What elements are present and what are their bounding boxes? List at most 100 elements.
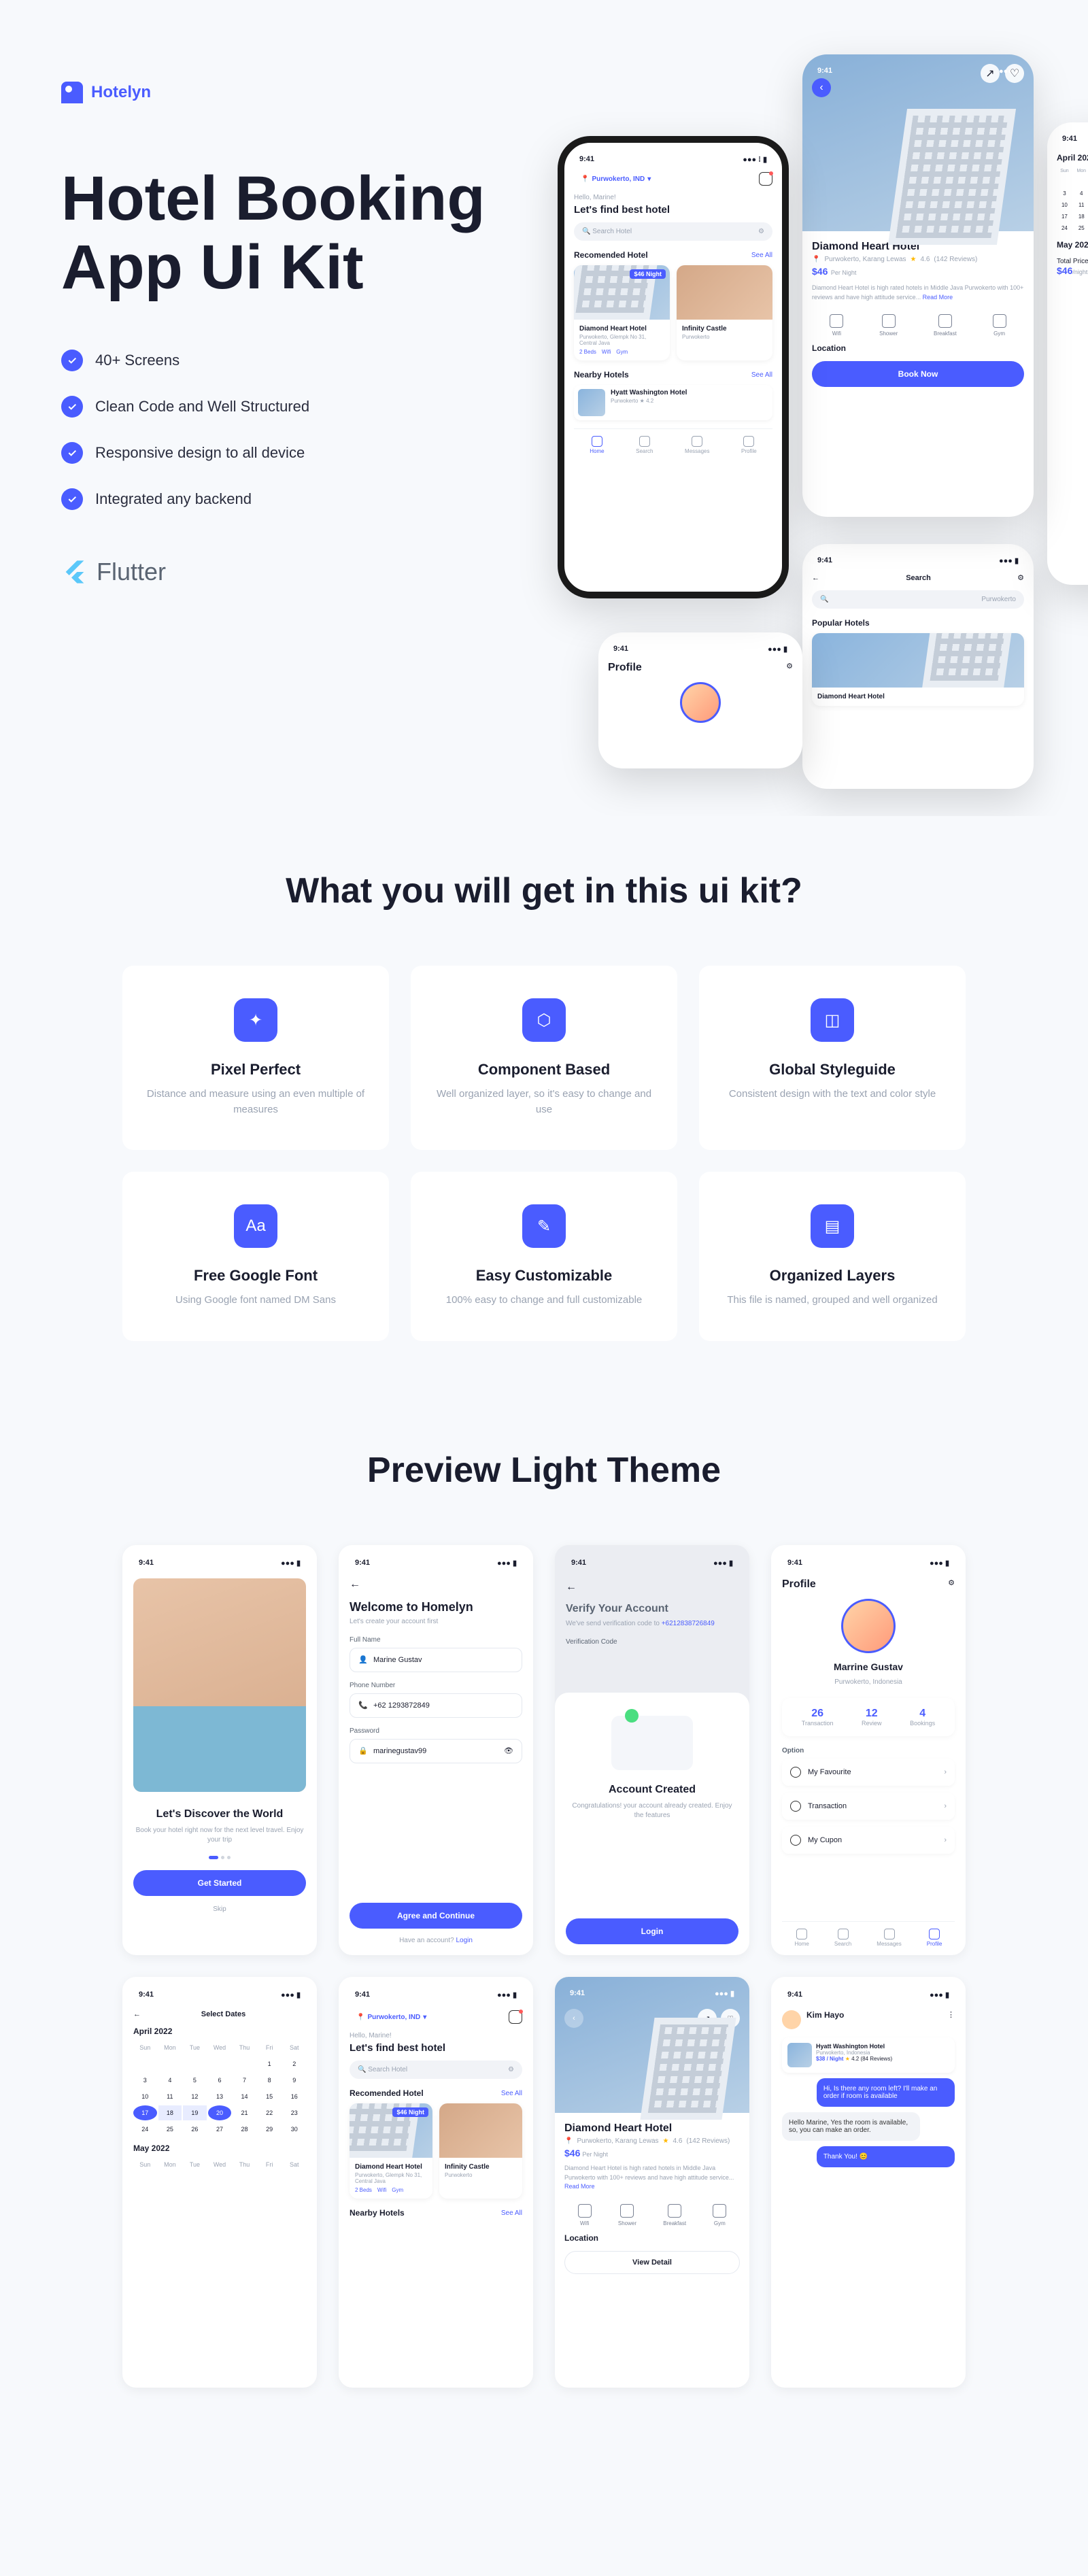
gym-icon	[993, 314, 1006, 328]
feature-icon: ⬡	[522, 998, 566, 1042]
phone-home: 9:41●●● ⁞ ▮ 📍 Purwokerto, IND ▾ Hello, M…	[558, 136, 789, 598]
back-button[interactable]: ‹	[812, 78, 831, 97]
chat-message-sent: Thank You! 😊	[817, 2146, 955, 2167]
eye-icon[interactable]: 👁	[504, 1746, 513, 1755]
heart-icon[interactable]: ♡	[1005, 64, 1024, 83]
phone-profile-mini: 9:41●●● ▮ Profile⚙	[598, 632, 802, 768]
shower-icon	[882, 314, 896, 328]
search-input[interactable]: 🔍 Search Hotel⚙	[574, 222, 772, 241]
nearby-item[interactable]: Hyatt Washington HotelPurwokerto ★ 4.2	[574, 385, 772, 420]
hotel-card[interactable]: Infinity CastlePurwokerto	[677, 265, 772, 360]
tab-messages[interactable]: Messages	[685, 436, 709, 454]
bell-icon[interactable]	[759, 172, 772, 186]
get-started-button[interactable]: Get Started	[133, 1870, 306, 1896]
preview-section: Preview Light Theme 9:41●●● ▮ Let's Disc…	[0, 1395, 1088, 2443]
tab-messages[interactable]: Messages	[877, 1929, 901, 1947]
onboard-image	[133, 1578, 306, 1792]
feature-icon: ✦	[234, 998, 277, 1042]
preview-onboarding: 9:41●●● ▮ Let's Discover the World Book …	[122, 1545, 317, 1956]
chat-message-sent: Hi, Is there any room left? I'll make an…	[817, 2078, 955, 2107]
back-button[interactable]: ‹	[564, 2009, 583, 2028]
bell-icon[interactable]	[509, 2010, 522, 2024]
avatar	[841, 1599, 896, 1653]
search-input[interactable]: 🔍 Search Hotel⚙	[350, 2061, 522, 2079]
more-icon[interactable]: ⋮	[947, 2010, 955, 2019]
phone-field[interactable]: 📞+62 1293872849	[350, 1693, 522, 1718]
preview-home: 9:41●●● ▮ 📍 Purwokerto, IND ▾ Hello, Mar…	[339, 1977, 533, 2388]
tab-profile[interactable]: Profile	[927, 1929, 942, 1947]
preview-verify: 9:41●●● ▮ ← Verify Your Account We've se…	[555, 1545, 749, 1956]
hotel-card[interactable]: $46 NightDiamond Heart HotelPurwokerto, …	[350, 2103, 432, 2199]
back-icon[interactable]: ←	[812, 574, 819, 582]
login-link[interactable]: Login	[456, 1937, 472, 1944]
filter-icon[interactable]: ⚙	[1017, 573, 1024, 582]
hotel-chat-card[interactable]: Hyatt Washington Hotel Purwokerto, Indon…	[782, 2037, 955, 2073]
tab-home[interactable]: Home	[795, 1929, 809, 1947]
location-pill[interactable]: 📍 Purwokerto, IND ▾	[574, 173, 658, 186]
section-heading: Preview Light Theme	[122, 1450, 966, 1491]
view-detail-button[interactable]: View Detail	[564, 2251, 740, 2274]
location-pill[interactable]: 📍 Purwokerto, IND ▾	[350, 2011, 433, 2024]
feature-icon: ◫	[811, 998, 854, 1042]
preview-profile: 9:41●●● ▮ Profile⚙ Marrine Gustav Purwok…	[771, 1545, 966, 1956]
check-icon	[61, 442, 83, 464]
stat-item: 26Transaction	[802, 1708, 834, 1727]
skip-link[interactable]: Skip	[133, 1905, 306, 1913]
option-item[interactable]: My Favourite›	[782, 1759, 955, 1786]
avatar	[680, 682, 721, 723]
check-icon	[61, 350, 83, 371]
tab-home[interactable]: Home	[590, 436, 604, 454]
share-icon[interactable]: ↗	[981, 64, 1000, 83]
back-icon[interactable]: ←	[350, 1578, 522, 1591]
gear-icon[interactable]: ⚙	[948, 1578, 955, 1591]
avatar	[782, 2010, 801, 2029]
logo-icon	[61, 82, 83, 103]
feature-card: ⬡Component BasedWell organized layer, so…	[411, 966, 677, 1150]
feature-icon: ▤	[811, 1204, 854, 1248]
book-button[interactable]: Book Now	[812, 361, 1024, 387]
feature-card: AaFree Google FontUsing Google font name…	[122, 1172, 389, 1341]
success-illustration	[611, 1716, 693, 1770]
feature-card: ✎Easy Customizable100% easy to change an…	[411, 1172, 677, 1341]
name-field[interactable]: 👤Marine Gustav	[350, 1648, 522, 1672]
feature-card: ◫Global StyleguideConsistent design with…	[699, 966, 966, 1150]
option-item[interactable]: My Cupon›	[782, 1827, 955, 1854]
option-item[interactable]: Transaction›	[782, 1793, 955, 1820]
section-heading: What you will get in this ui kit?	[122, 870, 966, 911]
see-all-link[interactable]: See All	[751, 252, 772, 259]
features-section: What you will get in this ui kit? ✦Pixel…	[0, 816, 1088, 1395]
feature-card: ▤Organized LayersThis file is named, gro…	[699, 1172, 966, 1341]
login-button[interactable]: Login	[566, 1918, 738, 1944]
password-field[interactable]: 🔒marinegustav99👁	[350, 1739, 522, 1763]
flutter-icon	[61, 558, 88, 586]
agree-button[interactable]: Agree and Continue	[350, 1903, 522, 1929]
preview-calendar: 9:41●●● ▮ ←Select Dates April 2022 SunMo…	[122, 1977, 317, 2388]
read-more-link[interactable]: Read More	[923, 294, 953, 301]
tab-profile[interactable]: Profile	[741, 436, 757, 454]
filter-icon[interactable]: ⚙	[758, 228, 764, 235]
wifi-icon	[830, 314, 843, 328]
check-icon	[61, 488, 83, 510]
phone-search: 9:41●●● ▮ ←Search⚙ 🔍 Purwokerto Popular …	[802, 544, 1034, 789]
back-icon[interactable]: ←	[133, 2010, 141, 2018]
hotel-card[interactable]: Infinity CastlePurwokerto	[439, 2103, 522, 2199]
check-icon	[61, 396, 83, 418]
phone-calendar: 9:41▮ April 2022 SunMonTueWedThuFriSat 1…	[1047, 122, 1088, 585]
preview-detail: 9:41●●● ▮ ‹ ↗♡ Diamond Heart Hotel 📍Purw…	[555, 1977, 749, 2388]
hero-title: Hotel Booking App Ui Kit	[61, 165, 537, 302]
breakfast-icon	[938, 314, 952, 328]
feature-icon: Aa	[234, 1204, 277, 1248]
stat-item: 4Bookings	[910, 1708, 935, 1727]
gear-icon[interactable]: ⚙	[786, 662, 793, 674]
search-input[interactable]: 🔍 Purwokerto	[812, 590, 1024, 609]
tab-search[interactable]: Search	[834, 1929, 851, 1947]
stat-item: 12Review	[862, 1708, 882, 1727]
hotel-card[interactable]: $46 Night Diamond Heart Hotel Purwokerto…	[574, 265, 670, 360]
phone-mockups: 9:41●●● ⁞ ▮ 📍 Purwokerto, IND ▾ Hello, M…	[530, 41, 1088, 789]
hero-section: Hotelyn Hotel Booking App Ui Kit 40+ Scr…	[0, 0, 1088, 816]
feature-icon: ✎	[522, 1204, 566, 1248]
back-icon[interactable]: ←	[566, 1581, 738, 1593]
preview-chat: 9:41●●● ▮ Kim Hayo ⋮ Hyatt Washington Ho…	[771, 1977, 966, 2388]
phone-detail: 9:41●●● ▮ ‹ ↗♡ Diamond Heart Hotel 📍Purw…	[802, 54, 1034, 517]
tab-search[interactable]: Search	[636, 436, 653, 454]
